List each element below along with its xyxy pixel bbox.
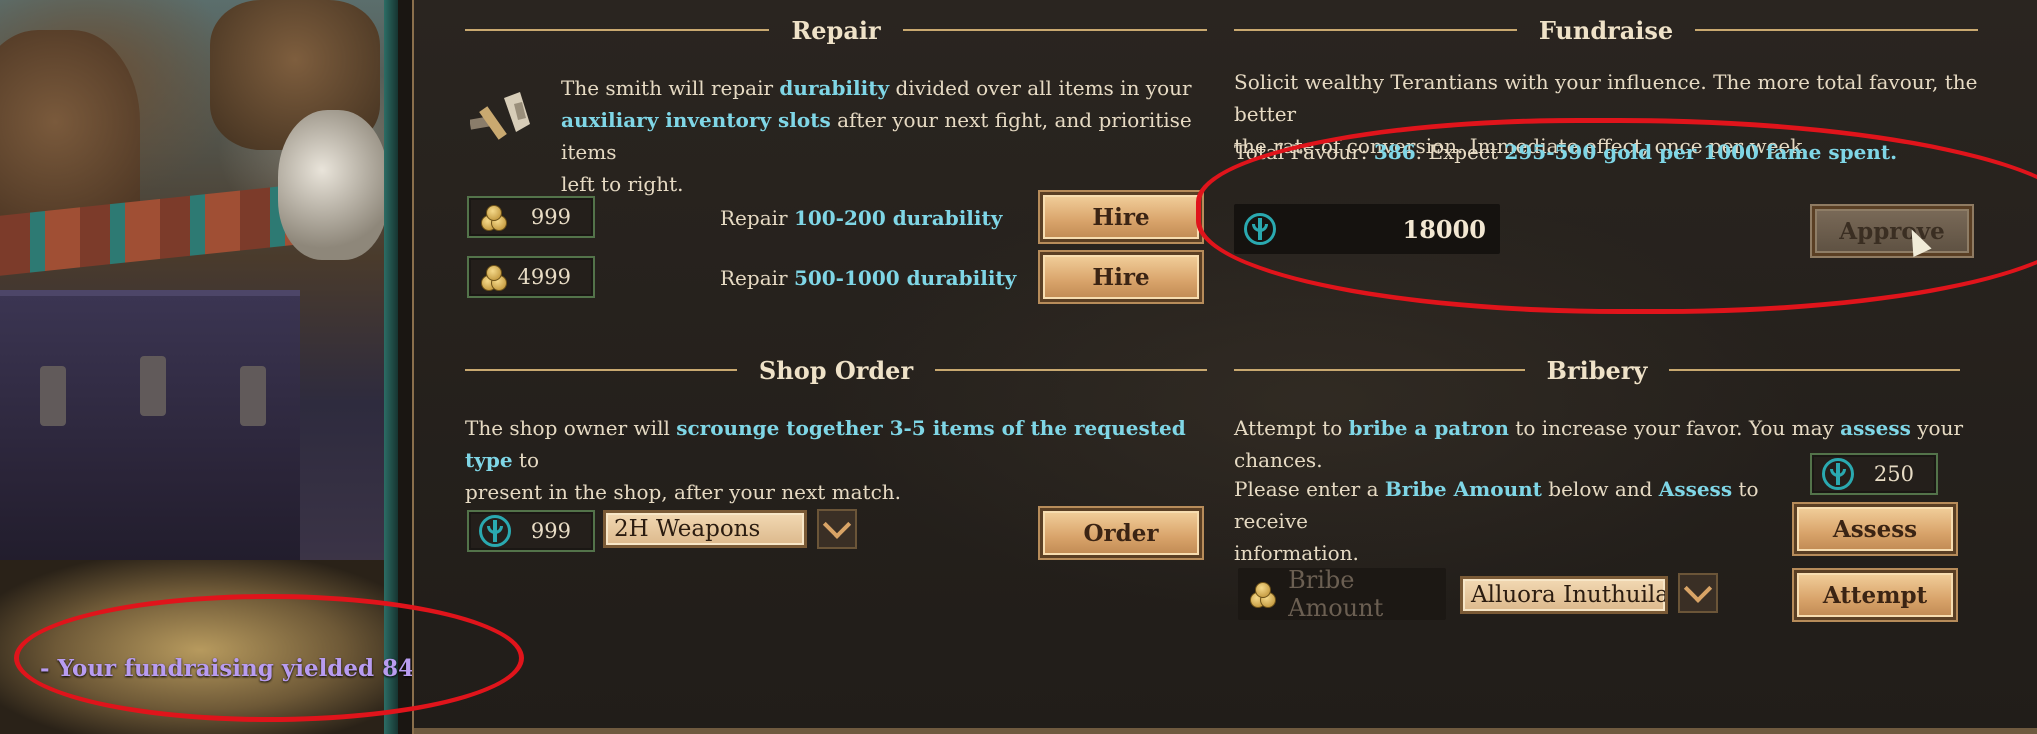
chevron-down-icon[interactable] (1678, 573, 1718, 613)
shop-order-cost: 999 (467, 510, 595, 552)
patron-dropdown[interactable]: Alluora Inuthuila (1460, 576, 1668, 614)
repair-desc-highlight: durability (779, 76, 890, 100)
expect-unit: gold per 1000 fame spent. (1596, 140, 1898, 164)
cost-value: 4999 (517, 265, 571, 289)
repair-label-highlight: 100-200 durability (793, 206, 1003, 230)
title-rule (1669, 369, 1960, 371)
assess-cost: 250 (1810, 453, 1938, 495)
bribery-instr-highlight: Bribe Amount (1384, 477, 1542, 501)
repair-title: Repair (791, 15, 881, 45)
title-rule (1234, 29, 1517, 31)
chevron-down-icon[interactable] (817, 509, 857, 549)
title-rule (1695, 29, 1979, 31)
hire-button-2[interactable]: Hire (1040, 252, 1202, 302)
repair-label-2: Repair 500-1000 durability (720, 262, 1016, 294)
title-rule (465, 369, 737, 371)
repair-cost-1: 999 (467, 196, 595, 238)
bribery-instr-highlight: Assess (1658, 477, 1733, 501)
shop-desc-text: to (512, 448, 540, 472)
cost-value: 999 (530, 205, 571, 229)
bribery-instr-text: below and (1541, 477, 1659, 501)
favour-label: Total Favour: (1234, 140, 1374, 164)
title-rule (465, 29, 770, 31)
gold-pile-image (0, 560, 398, 734)
approve-button[interactable]: Approve (1812, 206, 1972, 256)
bribery-desc-text: to increase your favor. You may (1508, 416, 1841, 440)
attempt-button[interactable]: Attempt (1794, 570, 1956, 620)
repair-desc-text: The smith will repair (561, 76, 780, 100)
item-type-dropdown[interactable]: 2H Weapons (603, 510, 807, 548)
favor-icon (1822, 458, 1854, 490)
assess-button[interactable]: Assess (1794, 504, 1956, 554)
repair-desc-text: left to right. (561, 172, 684, 196)
chest-image (0, 290, 300, 596)
lock-image (240, 366, 266, 426)
title-rule (1234, 369, 1525, 371)
gold-coin-icon (481, 263, 509, 291)
favor-icon (1244, 213, 1276, 245)
repair-description: The smith will repair durability divided… (561, 72, 1201, 200)
repair-desc-text: divided over all items in your (889, 76, 1192, 100)
expect-label: . Expect (1415, 140, 1505, 164)
background-scene (0, 0, 398, 734)
favor-icon (479, 515, 511, 547)
repair-section-title: Repair (465, 12, 1207, 48)
jug-image (278, 110, 388, 260)
hammer-icon (470, 92, 530, 140)
bribery-desc-highlight: assess (1840, 416, 1911, 440)
bribery-instr-text: information. (1234, 541, 1359, 565)
cost-value: 250 (1873, 462, 1914, 486)
hire-button-1[interactable]: Hire (1040, 192, 1202, 242)
bribery-instr-text: Please enter a (1234, 477, 1385, 501)
lock-image (140, 356, 166, 416)
lock-image (40, 366, 66, 426)
favour-value: 386 (1373, 140, 1416, 164)
fundraise-total-favour: Total Favour: 386. Expect 295-590 gold p… (1234, 136, 1994, 168)
bribery-title: Bribery (1546, 355, 1648, 385)
bribe-amount-input[interactable]: Bribe Amount (1238, 566, 1446, 622)
cost-value: 999 (530, 519, 571, 543)
fundraise-amount-value: 18000 (1402, 214, 1487, 244)
bribery-desc-text: Attempt to (1234, 416, 1349, 440)
repair-label-text: Repair (720, 206, 794, 230)
fundraise-amount-field[interactable]: 18000 (1234, 204, 1500, 254)
fundraise-section-title: Fundraise (1234, 12, 1979, 48)
bribe-amount-placeholder: Bribe Amount (1288, 566, 1384, 622)
repair-label-text: Repair (720, 266, 794, 290)
repair-cost-2: 4999 (467, 256, 595, 298)
repair-label-highlight: 500-1000 durability (793, 266, 1017, 290)
bribery-section-title: Bribery (1234, 352, 1960, 388)
repair-desc-highlight: auxiliary inventory slots (561, 108, 831, 132)
bribery-instructions: Please enter a Bribe Amount below and As… (1234, 473, 1794, 569)
shop-order-title: Shop Order (758, 355, 914, 385)
gold-coin-icon (1250, 580, 1276, 608)
bribery-desc-highlight: bribe a patron (1348, 416, 1509, 440)
repair-label-1: Repair 100-200 durability (720, 202, 1002, 234)
title-rule (935, 369, 1208, 371)
shop-order-description: The shop owner will scrounge together 3-… (465, 412, 1205, 508)
title-rule (902, 29, 1207, 31)
expect-value: 295-590 (1504, 140, 1597, 164)
fundraise-desc-text: Solicit wealthy Terantians with your inf… (1234, 70, 1978, 126)
shop-order-section-title: Shop Order (465, 352, 1208, 388)
scene-divider (384, 0, 398, 734)
shop-desc-text: present in the shop, after your next mat… (465, 480, 902, 504)
gold-coin-icon (481, 203, 509, 231)
order-button[interactable]: Order (1040, 508, 1202, 558)
shop-desc-text: The shop owner will (465, 416, 677, 440)
fundraise-title: Fundraise (1538, 15, 1674, 45)
